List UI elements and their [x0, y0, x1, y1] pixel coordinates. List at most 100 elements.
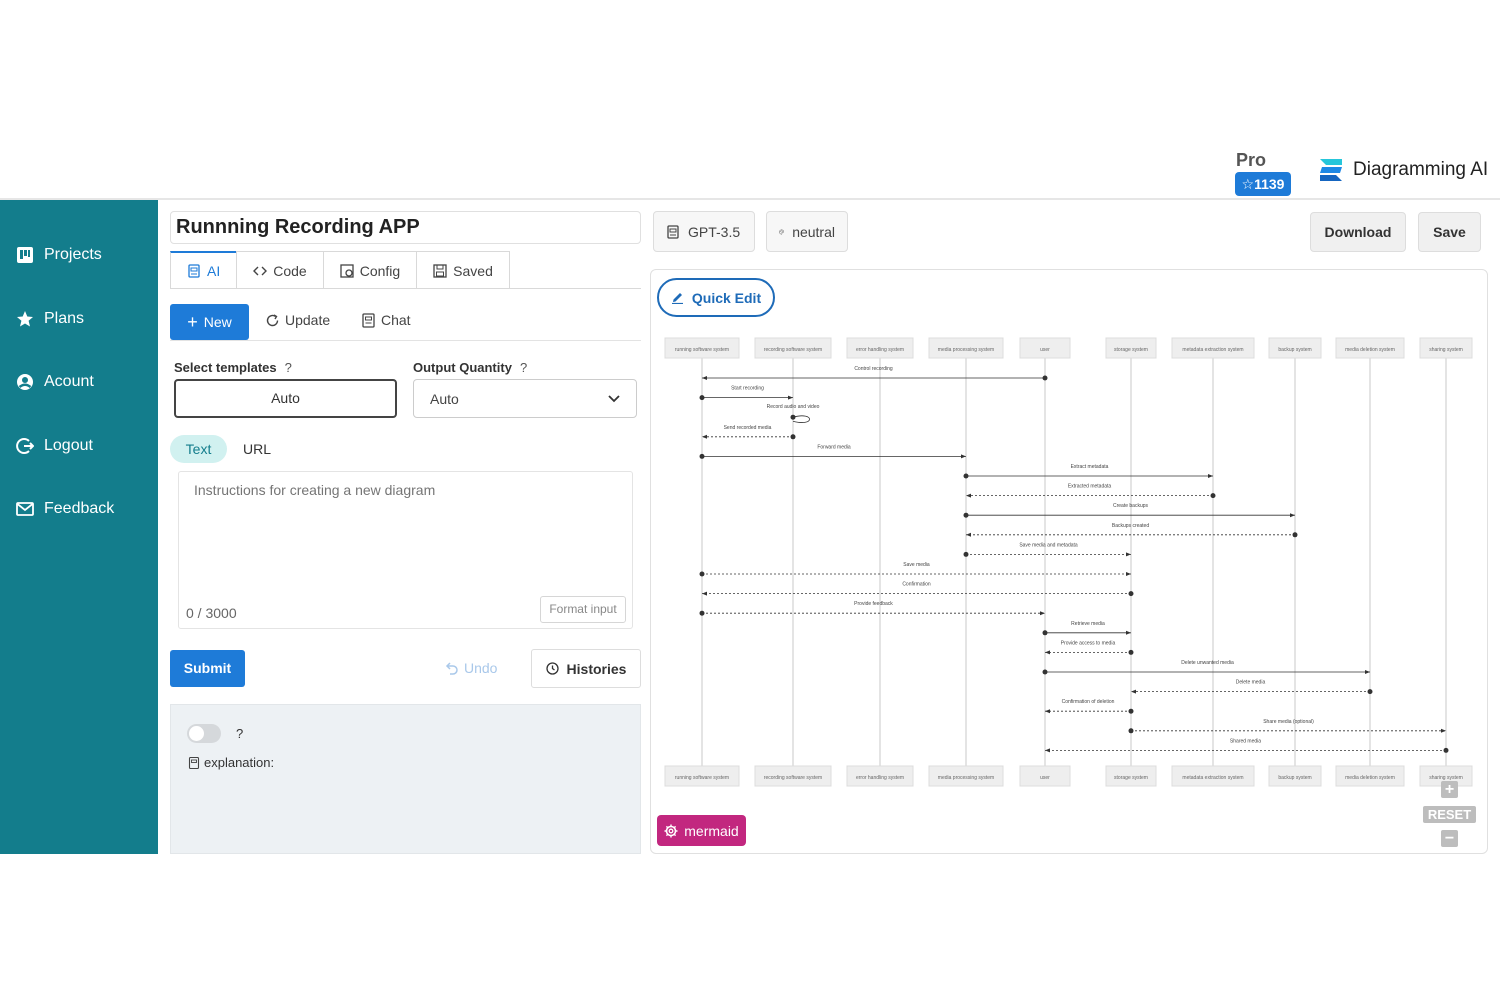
pro-label[interactable]: Pro: [1236, 150, 1266, 171]
message-label: Save media: [903, 562, 930, 568]
message-label: Provide access to media: [1061, 640, 1116, 646]
message-start-dot: [963, 551, 969, 557]
update-button-label: Update: [285, 312, 331, 328]
sidebar-item-projects[interactable]: Projects: [16, 246, 102, 264]
message-arrowhead: [1126, 572, 1131, 576]
tab-saved[interactable]: Saved: [416, 251, 510, 289]
message-start-dot: [1128, 591, 1134, 597]
participant-label: running software system: [675, 347, 729, 353]
tab-label: Code: [273, 262, 307, 279]
save-icon: [433, 263, 447, 278]
zoom-out-button[interactable]: −: [1441, 830, 1458, 847]
participant-label: sharing system: [1429, 347, 1463, 353]
zoom-in-button[interactable]: +: [1441, 781, 1458, 798]
new-button[interactable]: + New: [170, 304, 249, 340]
histories-button[interactable]: Histories: [531, 649, 641, 688]
toggle-help-icon[interactable]: ?: [236, 726, 243, 741]
participant-label: media processing system: [938, 775, 994, 781]
explanation-toggle[interactable]: [187, 724, 221, 743]
templates-select-button[interactable]: Auto: [174, 379, 397, 418]
code-icon: [253, 266, 268, 275]
participant-label: backup system: [1278, 347, 1311, 353]
message-start-dot: [1443, 747, 1449, 753]
tab-config[interactable]: Config: [322, 251, 418, 289]
input-mode-url-tab[interactable]: URL: [243, 441, 271, 457]
tab-code[interactable]: Code: [236, 251, 324, 289]
message-label: Create backups: [1113, 503, 1149, 509]
message-arrowhead: [1045, 748, 1050, 753]
tab-ai[interactable]: AI: [170, 251, 238, 289]
message-label: Delete media: [1236, 680, 1266, 686]
participant-label: media deletion system: [1345, 775, 1395, 781]
message-label: Send recorded media: [724, 425, 772, 431]
participant-label: media processing system: [938, 347, 994, 353]
message-label: Share media (optional): [1263, 719, 1314, 725]
message-label: Confirmation: [902, 582, 931, 588]
message-label: Record audio and video: [767, 404, 820, 410]
sidebar-item-plans[interactable]: Plans: [16, 310, 84, 328]
model-label: GPT-3.5: [688, 223, 741, 240]
quick-edit-label: Quick Edit: [691, 289, 762, 306]
message-label: Provide feedback: [854, 601, 893, 607]
participant-label: user: [1040, 775, 1050, 781]
config-icon: [340, 263, 354, 278]
reset-zoom-button[interactable]: RESET: [1423, 806, 1476, 823]
participant-label: user: [1040, 347, 1050, 353]
message-arrowhead: [966, 493, 971, 498]
message-label: Extract metadata: [1071, 464, 1109, 470]
sidebar-item-label: Acount: [44, 373, 94, 390]
robot-icon: [188, 756, 200, 769]
message-label: Backups created: [1112, 523, 1149, 529]
sidebar-item-label: Feedback: [44, 500, 115, 517]
sidebar-item-label: Projects: [44, 246, 102, 263]
message-arrowhead: [702, 591, 707, 596]
new-button-label: New: [203, 314, 232, 330]
mermaid-button[interactable]: mermaid: [657, 815, 746, 846]
templates-help-icon[interactable]: ?: [285, 360, 292, 375]
participant-label: error handling system: [856, 347, 904, 353]
save-button[interactable]: Save: [1418, 212, 1481, 252]
input-mode-text-tab[interactable]: Text: [170, 435, 227, 463]
brand-name[interactable]: Diagramming AI: [1353, 159, 1488, 181]
quantity-help-icon[interactable]: ?: [520, 360, 527, 375]
robot-icon: [188, 264, 200, 278]
quantity-select[interactable]: Auto: [413, 379, 637, 418]
brand-logo-icon: [1320, 159, 1342, 181]
gear-icon: [664, 824, 678, 837]
sidebar-item-feedback[interactable]: Feedback: [16, 500, 114, 518]
sidebar-item-logout[interactable]: Logout: [16, 437, 93, 455]
logout-icon: [16, 438, 34, 454]
undo-icon: [445, 662, 458, 675]
self-message-arrow: [792, 415, 810, 423]
message-start-dot: [1042, 375, 1048, 381]
message-label: Extracted metadata: [1068, 484, 1112, 490]
quantity-label-text: Output Quantity: [413, 360, 512, 375]
message-start-dot: [1210, 493, 1216, 499]
message-arrowhead: [702, 376, 707, 380]
participant-label: recording software system: [764, 775, 822, 781]
diagram-title-input[interactable]: Runnning Recording APP: [170, 211, 641, 244]
app-root: Pro ☆1139 Diagramming AI Projects Plans …: [0, 0, 1500, 1000]
theme-selector[interactable]: neutral: [766, 211, 848, 252]
message-label: Control recording: [854, 366, 893, 372]
update-button[interactable]: Update: [265, 312, 330, 328]
templates-label: Select templates?: [174, 360, 292, 375]
message-label: Shared media: [1230, 738, 1261, 744]
message-arrowhead: [961, 454, 966, 459]
model-selector[interactable]: GPT-3.5: [653, 211, 755, 252]
message-label: Start recording: [731, 386, 764, 392]
tab-label: Config: [359, 262, 401, 279]
message-arrowhead: [1441, 728, 1446, 733]
submit-button[interactable]: Submit: [170, 650, 245, 687]
message-start-dot: [699, 453, 705, 459]
sidebar-item-account[interactable]: Acount: [16, 373, 94, 391]
star-count-badge[interactable]: ☆1139: [1235, 172, 1291, 196]
chat-button[interactable]: Chat: [361, 312, 411, 328]
format-input-button[interactable]: Format input: [540, 596, 626, 623]
undo-button[interactable]: Undo: [444, 660, 497, 676]
palette-icon: [779, 229, 785, 234]
download-button[interactable]: Download: [1310, 212, 1406, 252]
quick-edit-button[interactable]: Quick Edit: [657, 278, 775, 317]
message-start-dot: [963, 512, 969, 518]
character-counter: 0 / 3000: [186, 605, 237, 621]
